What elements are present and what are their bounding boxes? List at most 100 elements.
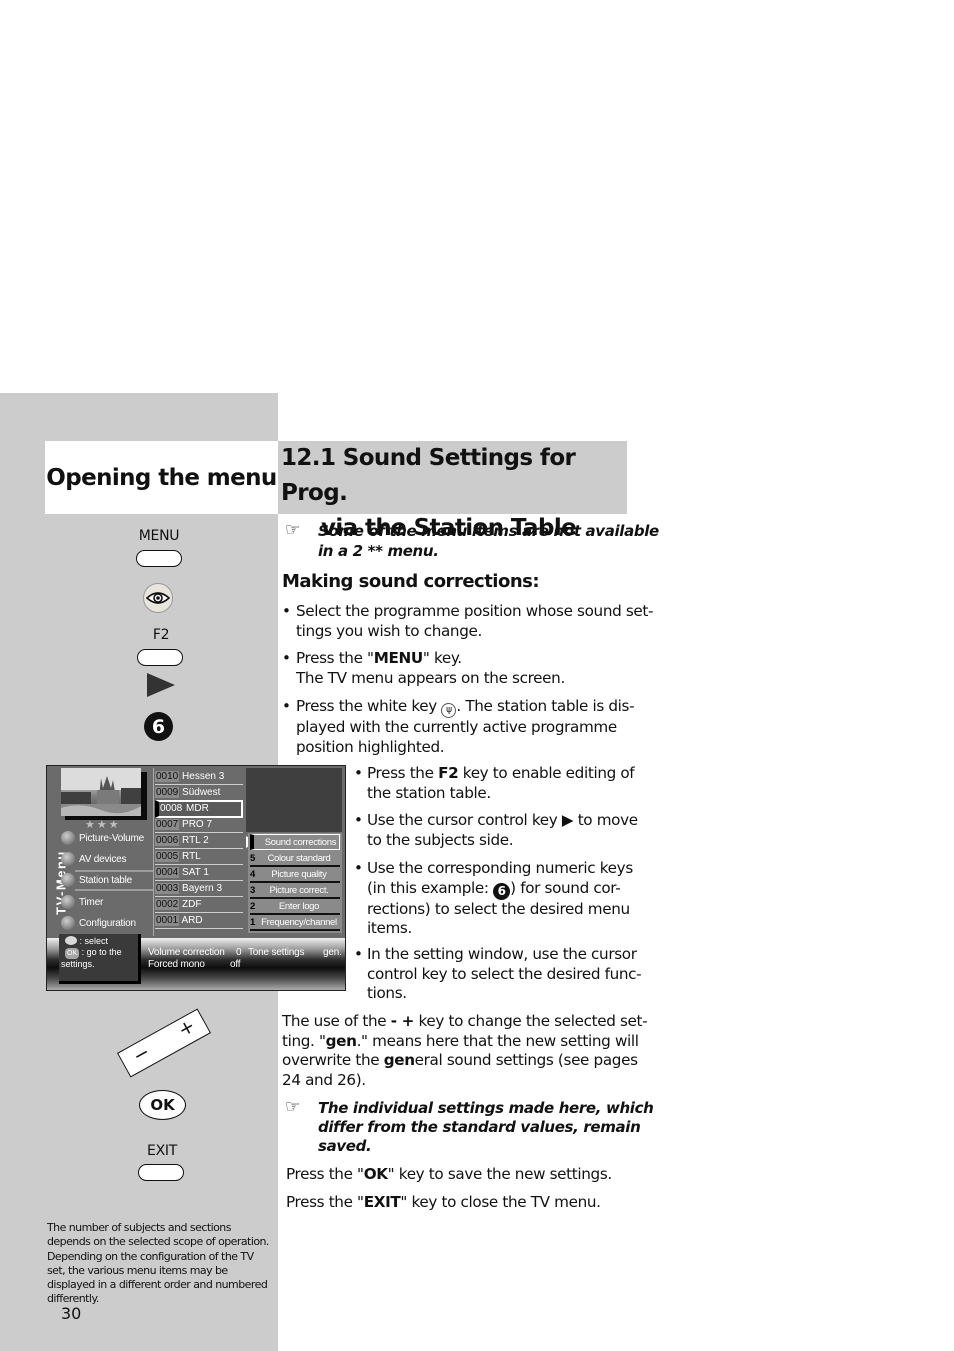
station-row[interactable]: 0010 Hessen 3	[155, 769, 243, 785]
paragraph-plus-minus: The use of the - + key to change the sel…	[282, 1012, 648, 1090]
numeric-key-6[interactable]: 6	[144, 712, 173, 741]
text-span: ting. "	[282, 1031, 326, 1050]
subject-label: Colour standard	[267, 853, 331, 864]
station-row[interactable]: 0005 RTL	[155, 849, 243, 865]
section-heading: Making sound corrections:	[282, 571, 540, 592]
subjects-header-box	[246, 768, 342, 832]
exit-key-label: EXIT	[147, 1143, 177, 1159]
text-span: Press the "	[286, 1193, 364, 1211]
station-row[interactable]: 0001 ARD	[155, 913, 243, 929]
station-number: 0001	[155, 915, 180, 926]
antenna-key-icon: ψ	[441, 703, 457, 718]
text-line: control key to select the desired func-	[367, 964, 642, 983]
exit-key[interactable]	[138, 1164, 184, 1181]
text-line: tings you wish to change.	[296, 621, 482, 640]
text-span: " key.	[422, 649, 462, 667]
menu-ball-icon	[61, 831, 75, 845]
help-select-text: : select	[79, 936, 109, 946]
pointing-hand-icon: ☞	[285, 520, 300, 540]
text-span: The use of the	[282, 1012, 391, 1030]
subject-item[interactable]: 3 Picture correct.	[250, 883, 340, 899]
tv-menu-item-picture-volume[interactable]: Picture-Volume	[61, 830, 144, 846]
station-name: PRO 7	[182, 819, 213, 830]
help-ok-text-2: settings.	[61, 959, 95, 969]
station-number: 0006	[155, 835, 180, 846]
channel-thumbnail	[61, 768, 141, 816]
plus-icon[interactable]: +	[174, 1015, 199, 1042]
page-title: 12.1 Sound Settings for Prog. via the St…	[278, 441, 627, 541]
station-row[interactable]: 0007 PRO 7	[155, 817, 243, 833]
f2-key[interactable]	[137, 649, 183, 666]
text-span: " key to save the new settings.	[387, 1165, 613, 1183]
text-line: In the setting window, use the cursor	[367, 945, 637, 963]
station-row[interactable]: 0004 SAT 1	[155, 865, 243, 881]
text-line: items.	[367, 919, 412, 937]
subject-item-highlighted[interactable]: Sound corrections	[250, 834, 340, 850]
cursor-right-icon[interactable]	[147, 673, 175, 697]
forced-mono-label: Forced mono	[148, 959, 205, 970]
text-span: (in this example:	[367, 878, 494, 897]
station-row[interactable]: 0003 Bayern 3	[155, 881, 243, 897]
pointing-hand-icon: ☞	[285, 1097, 300, 1117]
text-line: tions.	[367, 984, 407, 1002]
tv-menu-item-av-devices[interactable]: AV devices	[61, 851, 126, 867]
subject-item[interactable]: 5 Colour standard	[250, 851, 340, 867]
subject-item[interactable]: 4 Picture quality	[250, 867, 340, 883]
eye-icon	[146, 592, 170, 604]
subject-label: Picture correct.	[269, 885, 329, 896]
tv-menu-screenshot: ★★★ TV-Menu Picture-Volume AV devices St…	[46, 765, 346, 991]
page-number: 30	[61, 1304, 82, 1323]
note-line: The individual settings made here, which	[318, 1099, 654, 1117]
subject-item[interactable]: 1 Frequency/channel	[250, 915, 340, 931]
station-number: 0009	[155, 787, 180, 798]
ok-key[interactable]: OK	[139, 1090, 186, 1120]
menu-ball-icon	[61, 916, 75, 930]
station-row[interactable]: 0009 Südwest	[155, 785, 243, 801]
station-name: ZDF	[182, 899, 202, 910]
ok-key-ref: OK	[363, 1165, 388, 1183]
station-row[interactable]: 0002 ZDF	[155, 897, 243, 913]
station-name: SAT 1	[182, 867, 209, 878]
text-span: ." means here that the new setting will	[356, 1031, 639, 1050]
volume-correction-label: Volume correction	[148, 947, 225, 958]
text-span: Press the white key	[296, 697, 442, 715]
note-line: saved.	[318, 1137, 372, 1155]
station-number: 0002	[155, 899, 180, 910]
step-press-menu: • Press the "MENU" key. The TV menu appe…	[282, 649, 627, 688]
subject-key: 4	[250, 869, 256, 880]
text-span: Press the "	[286, 1165, 364, 1183]
subject-label: Sound corrections	[264, 837, 337, 848]
menu-key-ref: MENU	[373, 649, 423, 667]
menu-key[interactable]	[136, 550, 182, 567]
station-number: 0007	[155, 819, 180, 830]
tv-menu-item-timer[interactable]: Timer	[61, 894, 103, 910]
minus-icon[interactable]: −	[129, 1041, 154, 1068]
text-line: position highlighted.	[296, 737, 445, 756]
subject-item[interactable]: 2 Enter logo	[250, 899, 340, 915]
station-name: RTL	[182, 851, 201, 862]
bullet: •	[354, 859, 363, 877]
station-row[interactable]: 0006 RTL 2	[155, 833, 243, 849]
eye-key[interactable]	[143, 583, 173, 613]
tv-menu-item-station-table[interactable]: Station table	[61, 870, 153, 891]
note-line: in a 2 ** menu.	[318, 542, 439, 560]
navigation-key-icon	[65, 936, 77, 945]
note-line: differ from the standard values, remain	[318, 1118, 641, 1136]
help-box: : select OK : go to the settings.	[59, 934, 141, 984]
station-row-highlighted[interactable]: 0008 MDR	[155, 800, 243, 818]
text-span: Press the "	[296, 649, 374, 667]
gen-ref: gen	[383, 1051, 415, 1069]
castle-image	[61, 768, 141, 816]
sound-settings-readout: Volume correction 0 Tone settings gen. F…	[148, 947, 342, 971]
text-line: Select the programme position whose soun…	[296, 602, 654, 620]
station-number: 0003	[155, 883, 180, 894]
menu-ball-icon	[61, 895, 75, 909]
bullet: •	[354, 764, 363, 782]
step-press-exit: Press the "EXIT" key to close the TV men…	[286, 1193, 601, 1213]
menu-item-label: Configuration	[79, 917, 136, 929]
text-line: The TV menu appears on the screen.	[296, 668, 565, 687]
f2-key-ref: F2	[438, 764, 459, 782]
note-line: Some of the menu items are not available	[318, 522, 659, 540]
footnote: The number of subjects and sections depe…	[47, 1221, 269, 1306]
tv-menu-item-configuration[interactable]: Configuration	[61, 915, 136, 931]
